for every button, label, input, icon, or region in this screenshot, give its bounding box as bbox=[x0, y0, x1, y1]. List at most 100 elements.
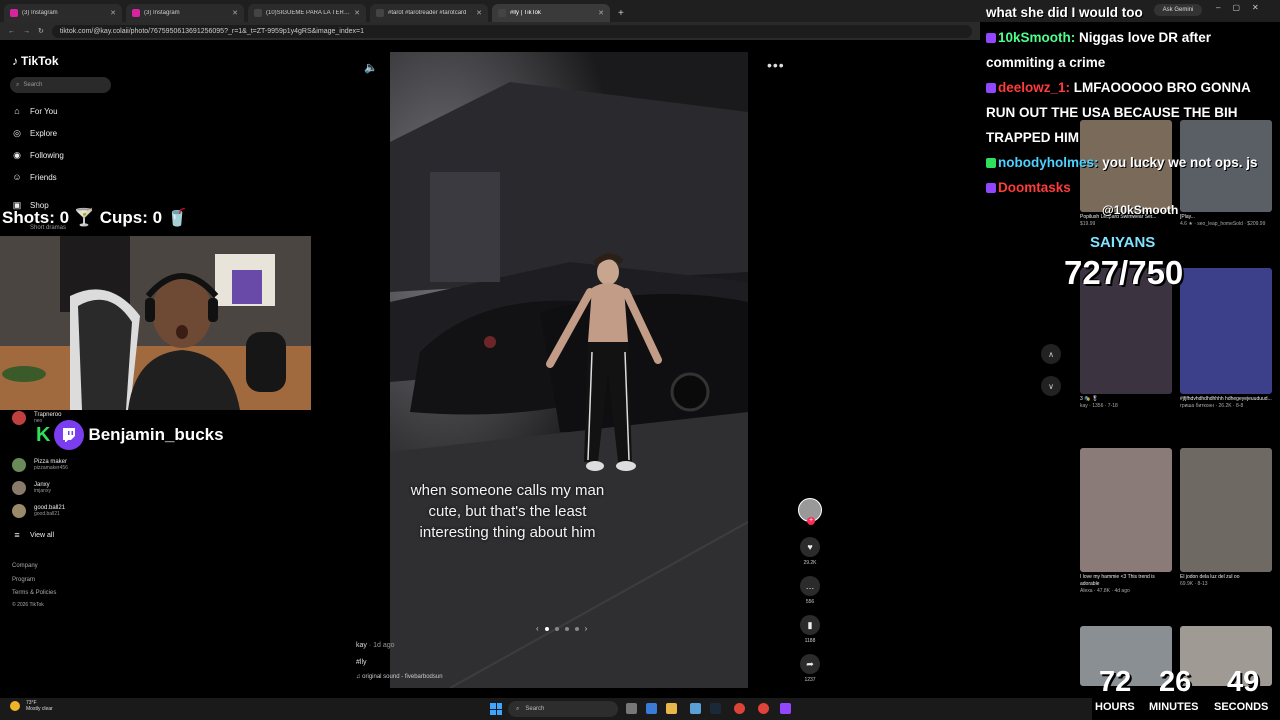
following-handle: pizzamaker456 bbox=[34, 465, 68, 471]
app-icon[interactable] bbox=[758, 703, 769, 714]
pager-dot[interactable] bbox=[564, 626, 569, 631]
more-options-icon[interactable]: ••• bbox=[767, 57, 785, 73]
url-field[interactable]: tiktok.com/@kay.colaii/photo/76759506136… bbox=[51, 24, 972, 38]
chevron-right-icon[interactable]: › bbox=[585, 624, 588, 633]
settings-icon[interactable] bbox=[690, 703, 701, 714]
pager-dot-active[interactable] bbox=[544, 626, 549, 631]
like-count: 29.2K bbox=[803, 560, 817, 566]
card-title: [Play... bbox=[1180, 214, 1195, 220]
comment-count: 556 bbox=[805, 599, 815, 605]
following-item[interactable]: Trapneroo neo bbox=[12, 411, 61, 425]
close-icon[interactable]: ✕ bbox=[354, 9, 360, 17]
following-icon: ◉ bbox=[13, 149, 21, 160]
nav-following[interactable]: ◉ Following bbox=[12, 150, 64, 160]
back-icon[interactable]: ← bbox=[8, 28, 15, 35]
windows-start-icon[interactable] bbox=[490, 703, 502, 715]
taskbar-search[interactable]: ⌕ Search bbox=[508, 701, 618, 717]
suggested-card[interactable]: I love my hammie <3 This trend is adorab… bbox=[1080, 448, 1172, 595]
suggested-card[interactable]: El jodon dela luz del zul oo 69.9K · 8-1… bbox=[1180, 448, 1272, 588]
post-author[interactable]: kay · 1d ago bbox=[356, 642, 395, 649]
suggested-card[interactable]: #jfjfhdvhdhdhdhhhh hdhegeyejeuuduud... г… bbox=[1180, 268, 1272, 410]
tiktok-icon bbox=[254, 9, 262, 17]
post-sound[interactable]: ♫ original sound - fivebarbodsun bbox=[356, 674, 443, 680]
timer-minutes: 26 bbox=[1159, 666, 1192, 698]
kick-badge-icon bbox=[986, 158, 996, 169]
browser-tab[interactable]: (3) Instagram ✕ bbox=[4, 4, 122, 22]
kick-icon: K bbox=[36, 423, 51, 446]
tab-label: (10)SIGUEME PARA LA TERCER bbox=[266, 10, 351, 16]
taskbar-search-label: Search bbox=[525, 706, 545, 712]
webcam-illustration bbox=[0, 236, 311, 410]
volume-icon[interactable]: 🔈 bbox=[364, 61, 378, 74]
image-pager[interactable]: ‹ › bbox=[536, 624, 587, 633]
chrome-icon[interactable] bbox=[734, 703, 745, 714]
file-explorer-icon[interactable] bbox=[666, 703, 677, 714]
pager-dot[interactable] bbox=[554, 626, 559, 631]
save-count: 1188 bbox=[804, 638, 816, 644]
following-handle: good.ball21 bbox=[34, 511, 60, 517]
card-thumbnail bbox=[1180, 448, 1272, 572]
tiktok-logo[interactable]: ♪ TikTok bbox=[12, 54, 59, 68]
author-name: kay bbox=[356, 642, 367, 649]
chevron-left-icon[interactable]: ‹ bbox=[536, 624, 539, 633]
chat-message: 10kSmooth: Niggas love DR after commitin… bbox=[986, 25, 1280, 75]
next-post-button[interactable]: ∨ bbox=[1041, 376, 1061, 396]
webcam-feed bbox=[0, 236, 311, 410]
tiktok-logo-icon: ♪ bbox=[12, 54, 18, 68]
forward-icon[interactable]: → bbox=[23, 28, 30, 35]
following-item[interactable]: Pizza maker pizzamaker456 bbox=[12, 458, 68, 472]
address-bar: ← → ↻ tiktok.com/@kay.colaii/photo/76759… bbox=[0, 22, 980, 40]
share-count: 1237 bbox=[804, 677, 816, 683]
browser-tab[interactable]: #tarot #tarotreader #tarotcard ✕ bbox=[370, 4, 488, 22]
task-view-icon[interactable] bbox=[626, 703, 637, 714]
share-button[interactable]: ➦ 1237 bbox=[797, 654, 823, 683]
twitch-badge-icon bbox=[986, 83, 996, 94]
footer-company[interactable]: Company bbox=[12, 563, 38, 569]
timer-hours: 72 bbox=[1099, 666, 1132, 698]
chat-user: 10kSmooth: bbox=[998, 30, 1076, 45]
follow-plus-icon[interactable]: + bbox=[807, 517, 815, 525]
creator-avatar[interactable]: + bbox=[797, 498, 823, 525]
nav-for-you[interactable]: ⌂ For You bbox=[12, 106, 57, 116]
close-icon[interactable]: ✕ bbox=[232, 9, 238, 17]
nav-explore[interactable]: ◎ Explore bbox=[12, 128, 57, 138]
browser-tab-active[interactable]: #lly | TikTok ✕ bbox=[492, 4, 610, 22]
chat-message: what she did I would too bbox=[986, 0, 1280, 25]
footer-terms[interactable]: Terms & Policies bbox=[12, 590, 56, 596]
following-handle: imjanxy bbox=[34, 488, 51, 494]
following-item[interactable]: good.ball21 good.ball21 bbox=[12, 504, 65, 518]
browser-tab[interactable]: (10)SIGUEME PARA LA TERCER ✕ bbox=[248, 4, 366, 22]
footer-program[interactable]: Program bbox=[12, 577, 35, 583]
previous-post-button[interactable]: ∧ bbox=[1041, 344, 1061, 364]
comment-button[interactable]: … 556 bbox=[797, 576, 823, 605]
close-icon[interactable]: ✕ bbox=[110, 9, 116, 17]
card-meta: гриша битконн · 26.2K · 8-8 bbox=[1180, 403, 1244, 409]
weather-widget[interactable]: 73°F Mostly clear bbox=[10, 700, 53, 712]
save-button[interactable]: ▮ 1188 bbox=[797, 615, 823, 644]
browser-tab[interactable]: (3) Instagram ✕ bbox=[126, 4, 244, 22]
following-handle: neo bbox=[34, 418, 43, 424]
steam-icon[interactable] bbox=[710, 703, 721, 714]
post-hashtag[interactable]: #lly bbox=[356, 659, 367, 666]
following-item[interactable]: Janxy imjanxy bbox=[12, 481, 51, 495]
footer-copyright: © 2026 TikTok bbox=[12, 602, 44, 608]
card-meta: Alexa · 47.8K · 4d ago bbox=[1080, 588, 1130, 594]
instagram-icon bbox=[132, 9, 140, 17]
nav-friends[interactable]: ☺ Friends bbox=[12, 172, 56, 182]
moon-icon bbox=[10, 701, 20, 711]
pager-dot[interactable] bbox=[574, 626, 579, 631]
new-tab-button[interactable]: + bbox=[618, 8, 624, 19]
view-all-link[interactable]: ≡ View all bbox=[12, 530, 54, 540]
close-icon[interactable]: ✕ bbox=[476, 9, 482, 17]
search-input[interactable]: ⌕ Search bbox=[10, 77, 111, 93]
twitch-app-icon[interactable] bbox=[780, 703, 791, 714]
like-button[interactable]: ♥ 29.2K bbox=[797, 537, 823, 566]
photo-viewer[interactable] bbox=[390, 52, 748, 688]
card-title: El jodon dela luz del zul oo bbox=[1180, 574, 1240, 580]
close-icon[interactable]: ✕ bbox=[598, 9, 604, 17]
reload-icon[interactable]: ↻ bbox=[38, 27, 44, 35]
bookmark-icon: ▮ bbox=[800, 615, 820, 635]
avatar bbox=[12, 458, 26, 472]
streamer-name: Benjamin_bucks bbox=[88, 425, 224, 444]
copilot-icon[interactable] bbox=[646, 703, 657, 714]
